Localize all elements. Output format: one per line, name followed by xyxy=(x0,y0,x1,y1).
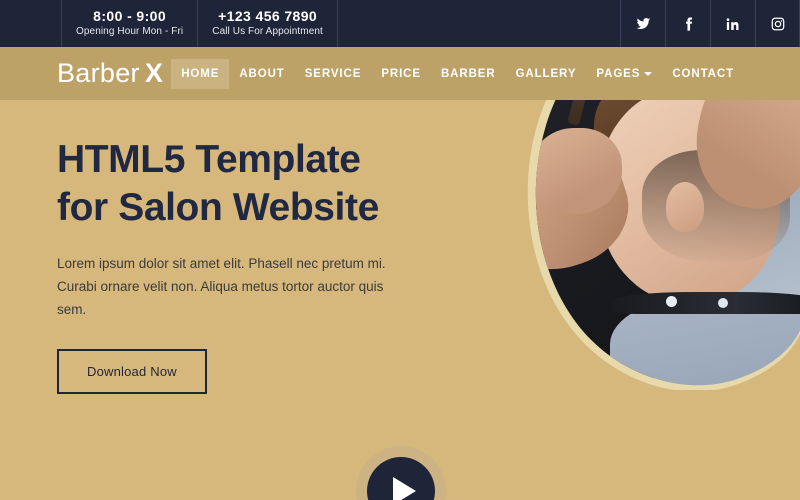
brand-accent: X xyxy=(144,58,164,88)
nav-item-home[interactable]: HOME xyxy=(171,58,230,89)
nav-item-barber[interactable]: BARBER xyxy=(431,59,506,89)
opening-hours-label: Opening Hour Mon - Fri xyxy=(76,26,184,38)
nav-item-price[interactable]: PRICE xyxy=(371,59,431,89)
main-navigation: HOME ABOUT SERVICE PRICE BARBER GALLERY … xyxy=(171,47,744,100)
twitter-icon[interactable] xyxy=(620,0,665,47)
nav-label-service: SERVICE xyxy=(304,67,362,80)
linkedin-icon[interactable] xyxy=(710,0,755,47)
nav-item-contact[interactable]: CONTACT xyxy=(662,59,744,89)
hero-title-line-2: for Salon Website xyxy=(57,186,379,230)
page-root: 8:00 - 9:00 Opening Hour Mon - Fri +123 … xyxy=(0,0,800,500)
social-links xyxy=(620,0,800,47)
nav-label-home: HOME xyxy=(181,67,220,80)
phone-label: Call Us For Appointment xyxy=(212,26,323,38)
header-inner: Barber X HOME ABOUT SERVICE PRICE BARBER … xyxy=(0,47,800,100)
brand-logo[interactable]: Barber X xyxy=(57,58,163,89)
nav-label-contact: CONTACT xyxy=(672,67,734,80)
hero-section: HTML5 Template for Salon Website Lorem i… xyxy=(0,100,800,500)
opening-hours-value: 8:00 - 9:00 xyxy=(93,7,167,24)
hero-description: Lorem ipsum dolor sit amet elit. Phasell… xyxy=(57,255,386,318)
brand-name: Barber xyxy=(57,58,140,88)
nav-label-gallery: GALLERY xyxy=(515,67,577,80)
nav-item-about[interactable]: ABOUT xyxy=(229,59,294,89)
nav-item-service[interactable]: SERVICE xyxy=(295,59,372,89)
play-icon xyxy=(392,477,416,500)
hero-title-line-1: HTML5 Template xyxy=(57,138,361,181)
download-now-button[interactable]: Download Now xyxy=(57,349,207,395)
nav-label-barber: BARBER xyxy=(440,67,496,80)
top-bar-gap xyxy=(338,0,620,47)
nav-label-price: PRICE xyxy=(381,67,421,80)
video-play-control xyxy=(356,446,446,500)
phone-cell[interactable]: +123 456 7890 Call Us For Appointment xyxy=(197,0,338,47)
nav-label-pages: PAGES xyxy=(596,67,641,80)
facebook-icon[interactable] xyxy=(665,0,710,47)
top-bar: 8:00 - 9:00 Opening Hour Mon - Fri +123 … xyxy=(0,0,800,47)
hero-title: HTML5 Template for Salon Website xyxy=(57,136,407,233)
nav-item-gallery[interactable]: GALLERY xyxy=(506,59,587,89)
top-bar-spacer xyxy=(0,0,62,47)
phone-value: +123 456 7890 xyxy=(218,7,318,24)
chevron-down-icon xyxy=(644,71,653,76)
hero-text-block: HTML5 Template for Salon Website Lorem i… xyxy=(57,136,407,395)
nav-item-pages[interactable]: PAGES xyxy=(586,59,662,89)
instagram-icon[interactable] xyxy=(755,0,800,47)
site-header: Barber X HOME ABOUT SERVICE PRICE BARBER … xyxy=(0,47,800,100)
nav-label-about: ABOUT xyxy=(239,67,285,80)
opening-hours-cell: 8:00 - 9:00 Opening Hour Mon - Fri xyxy=(61,0,199,47)
